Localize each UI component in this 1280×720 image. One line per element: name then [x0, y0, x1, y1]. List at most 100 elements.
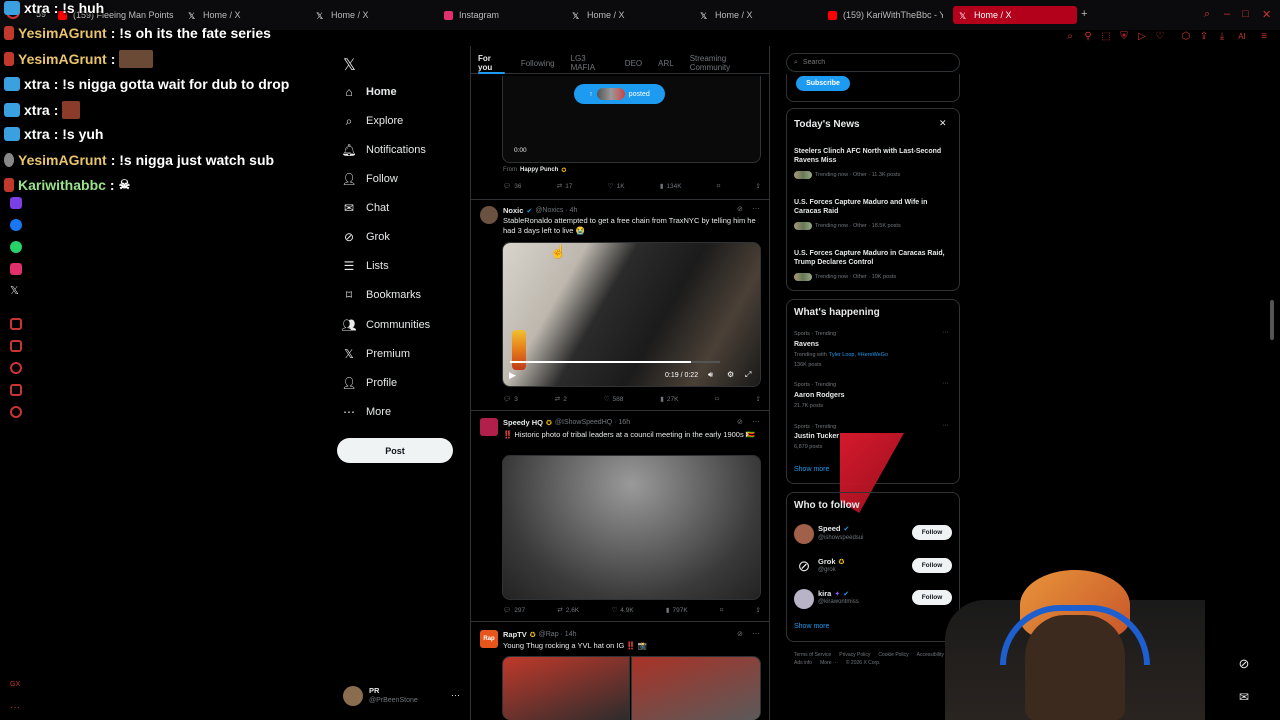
- reply-button[interactable]: 💬︎ 3: [503, 395, 518, 404]
- messages-float-icon[interactable]: ✉: [1236, 690, 1252, 706]
- nav-bookmarks[interactable]: ⌑ Bookmarks: [342, 288, 421, 302]
- tab-youtube-2[interactable]: (159) KariWithTheBbc - Yo: [828, 6, 943, 24]
- post-avatar[interactable]: [480, 418, 498, 436]
- subscribe-button[interactable]: Subscribe: [796, 76, 850, 91]
- maximize-icon[interactable]: □: [1242, 8, 1249, 20]
- nav-lists[interactable]: ☰ Lists: [342, 259, 389, 273]
- views-button[interactable]: ▮ 797K: [666, 606, 688, 615]
- post-avatar[interactable]: [480, 206, 498, 224]
- bookmark-post-button[interactable]: ⌑: [717, 182, 720, 190]
- sidebar-settings-icon[interactable]: [10, 406, 22, 418]
- account-more-icon[interactable]: ···: [451, 690, 460, 700]
- post-button[interactable]: Post: [337, 438, 453, 463]
- nav-more[interactable]: ⋯ More: [342, 405, 391, 419]
- trend-more-icon[interactable]: ···: [942, 422, 949, 429]
- tab-x-4[interactable]: 𝕏 Home / X: [700, 6, 810, 24]
- search-tabs-icon[interactable]: ⌕: [1204, 8, 1210, 21]
- sidebar-footer-icon[interactable]: GX: [10, 681, 20, 688]
- tab-x-3[interactable]: 𝕏 Home / X: [572, 6, 682, 24]
- tab-instagram[interactable]: Instagram: [444, 6, 554, 24]
- nav-home[interactable]: ⌂ Home: [342, 85, 396, 99]
- post-image-left[interactable]: [502, 656, 630, 720]
- views-button[interactable]: ▮ 27K: [660, 395, 678, 404]
- follow-button[interactable]: Follow: [912, 590, 952, 605]
- post-author[interactable]: Noxic: [503, 206, 523, 215]
- grok-post-icon[interactable]: ⊘: [737, 418, 743, 426]
- screenshot-icon[interactable]: ⬚: [1100, 31, 1112, 43]
- raptv-logo-avatar[interactable]: Rap: [480, 630, 498, 648]
- nav-explore[interactable]: ⌕ Explore: [342, 114, 404, 128]
- follow-avatar[interactable]: [794, 524, 814, 544]
- footer-link[interactable]: Ads info: [794, 660, 812, 666]
- follow-name[interactable]: Grok: [818, 557, 836, 566]
- bookmark-post-button[interactable]: ⌑: [715, 395, 718, 403]
- grok-float-icon[interactable]: ⊘: [1236, 656, 1252, 672]
- new-tab-icon[interactable]: +: [1081, 8, 1087, 20]
- post-more-icon[interactable]: ···: [752, 204, 760, 213]
- news-headline[interactable]: U.S. Forces Capture Maduro and Wife in C…: [794, 198, 952, 216]
- nav-follow[interactable]: 👤︎ Follow: [341, 172, 397, 186]
- news-headline[interactable]: U.S. Forces Capture Maduro in Caracas Ra…: [794, 249, 952, 267]
- nav-premium[interactable]: 𝕏 Premium: [342, 347, 410, 361]
- fullscreen-icon[interactable]: ⤢: [745, 370, 751, 380]
- twitch-icon[interactable]: [10, 197, 22, 209]
- menu-icon[interactable]: ≡: [1258, 31, 1270, 43]
- tab-x-active[interactable]: 𝕏 Home / X: [953, 6, 1077, 24]
- search-box[interactable]: ⌕: [786, 53, 960, 72]
- tab-lg3-mafia[interactable]: LG3 MAFIA: [563, 52, 617, 74]
- instagram-sidebar-icon[interactable]: [10, 263, 22, 275]
- post-more-icon[interactable]: ···: [752, 629, 760, 638]
- whatsapp-icon[interactable]: [10, 241, 22, 253]
- sidebar-notes-icon[interactable]: [10, 384, 22, 396]
- video-player[interactable]: [502, 242, 761, 387]
- share-post-button[interactable]: ⇪: [756, 395, 761, 403]
- share-post-button[interactable]: ⇪: [756, 606, 761, 614]
- trend-name[interactable]: Ravens: [794, 341, 819, 348]
- volume-icon[interactable]: 🔊︎: [708, 370, 713, 380]
- tab-arl[interactable]: ARL: [650, 52, 682, 74]
- video-progress[interactable]: [510, 361, 720, 363]
- post-author[interactable]: Speedy HQ: [503, 418, 543, 427]
- sidebar-history-icon[interactable]: [10, 362, 22, 374]
- repost-button[interactable]: ⇄ 2.6K: [557, 606, 579, 615]
- footer-link[interactable]: More ···: [820, 660, 838, 666]
- post-image-right[interactable]: [631, 656, 761, 720]
- footer-link[interactable]: Cookie Policy: [878, 652, 908, 658]
- footer-link[interactable]: Privacy Policy: [839, 652, 870, 658]
- post-image[interactable]: [502, 455, 761, 600]
- views-button[interactable]: ▮ 134K: [660, 182, 682, 191]
- follow-avatar[interactable]: [794, 589, 814, 609]
- new-posts-pill[interactable]: ↑ posted: [574, 84, 665, 104]
- trend-name[interactable]: Aaron Rodgers: [794, 392, 845, 399]
- like-button[interactable]: ♡ 588: [604, 395, 624, 404]
- trend-more-icon[interactable]: ···: [942, 380, 949, 387]
- footer-link[interactable]: Terms of Service: [794, 652, 831, 658]
- nav-notifications[interactable]: 🔔︎ Notifications: [341, 143, 426, 157]
- play-icon[interactable]: ▶: [509, 370, 516, 381]
- ai-button[interactable]: AI: [1232, 31, 1252, 43]
- extensions-icon[interactable]: ⬡: [1180, 31, 1192, 43]
- post-more-icon[interactable]: ···: [752, 417, 760, 426]
- scrollbar-thumb[interactable]: [1270, 300, 1274, 340]
- account-avatar[interactable]: [343, 686, 363, 706]
- trend-name[interactable]: Justin Tucker: [794, 433, 839, 440]
- like-button[interactable]: ♡ 1K: [608, 182, 625, 191]
- tab-deo[interactable]: DEO: [617, 52, 650, 74]
- settings-icon[interactable]: ⚙: [727, 370, 734, 379]
- grok-avatar-icon[interactable]: ⊘: [794, 557, 814, 577]
- x-sidebar-icon[interactable]: 𝕏: [10, 284, 19, 297]
- share-post-button[interactable]: ⇪: [755, 182, 760, 190]
- tab-for-you[interactable]: For you: [470, 52, 513, 74]
- close-window-icon[interactable]: ✕: [1262, 8, 1271, 21]
- sidebar-tool-icon[interactable]: [10, 318, 22, 330]
- trend-extra-tags[interactable]: Tyler Loop, #HereWeGo: [829, 352, 888, 358]
- sidebar-more-icon[interactable]: ···: [10, 702, 20, 713]
- follow-button[interactable]: Follow: [912, 558, 952, 573]
- show-more-follow[interactable]: Show more: [794, 623, 829, 630]
- follow-name[interactable]: kira: [818, 589, 831, 598]
- zoom-icon[interactable]: ⌕: [1064, 31, 1076, 43]
- news-headline[interactable]: Steelers Clinch AFC North with Last-Seco…: [794, 147, 952, 165]
- trend-more-icon[interactable]: ···: [942, 329, 949, 336]
- nav-grok[interactable]: ⊘ Grok: [342, 230, 390, 244]
- repost-button[interactable]: ⇄ 17: [557, 182, 573, 191]
